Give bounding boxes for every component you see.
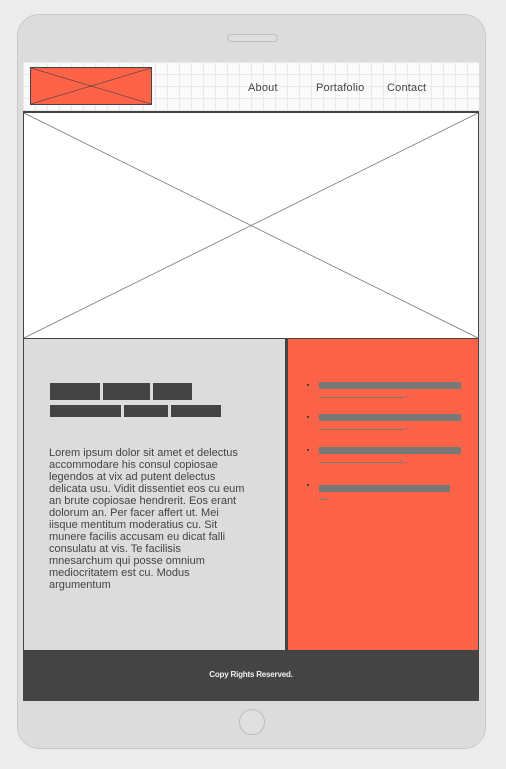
screen: About Portafolio Contact Lorem ipsum dol… bbox=[23, 62, 479, 701]
heading-word-block bbox=[103, 383, 150, 400]
heading-word-block bbox=[124, 405, 168, 417]
list-item-bar[interactable] bbox=[319, 447, 461, 454]
list-item-bar[interactable] bbox=[319, 485, 450, 492]
list-item-subline bbox=[319, 429, 405, 430]
site-footer: Copy Rights Reserved. bbox=[23, 651, 479, 701]
list-item-subline bbox=[319, 462, 405, 463]
logo-placeholder[interactable] bbox=[30, 67, 152, 105]
logo-placeholder-cross bbox=[31, 68, 151, 104]
list-bullet bbox=[307, 449, 309, 451]
site-header: About Portafolio Contact bbox=[23, 62, 479, 112]
copyright-text: Copy Rights Reserved. bbox=[209, 670, 293, 679]
list-item-subline bbox=[319, 397, 405, 398]
home-button[interactable] bbox=[239, 709, 265, 735]
heading-word-block bbox=[50, 383, 100, 400]
hero-image-placeholder bbox=[23, 112, 479, 339]
nav-link-portafolio[interactable]: Portafolio bbox=[316, 82, 364, 94]
heading-word-block bbox=[153, 383, 192, 400]
nav-link-contact[interactable]: Contact bbox=[387, 82, 426, 94]
list-item-subline bbox=[319, 499, 328, 500]
sidebar-list-panel bbox=[286, 338, 479, 651]
heading-word-block bbox=[50, 405, 121, 417]
list-bullet bbox=[307, 484, 309, 486]
list-bullet bbox=[307, 416, 309, 418]
list-bullet bbox=[307, 384, 309, 386]
list-item-bar[interactable] bbox=[319, 382, 461, 389]
nav-link-about[interactable]: About bbox=[248, 82, 278, 94]
body-paragraph: Lorem ipsum dolor sit amet et delectus a… bbox=[49, 447, 245, 591]
speaker-slot bbox=[227, 34, 278, 42]
hero-placeholder-cross bbox=[24, 113, 478, 338]
list-item-bar[interactable] bbox=[319, 414, 461, 421]
content-panel: Lorem ipsum dolor sit amet et delectus a… bbox=[23, 338, 286, 651]
heading-word-block bbox=[171, 405, 221, 417]
